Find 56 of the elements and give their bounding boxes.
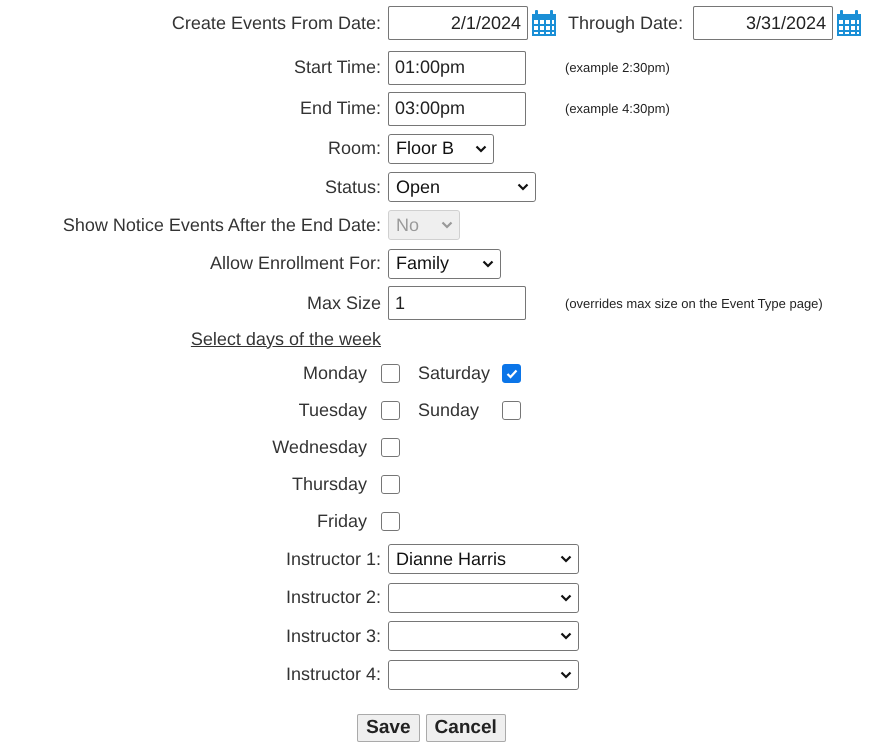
dropdown[interactable] (388, 621, 579, 652)
calendar-icon[interactable] (836, 10, 862, 36)
field-label: Start Time: (292, 57, 381, 78)
form-button[interactable]: Save (357, 714, 420, 742)
text-field[interactable]: 01:00pm (388, 50, 526, 84)
chevron-icon (517, 183, 529, 191)
checkbox[interactable] (381, 438, 400, 457)
field-label: Allow Enrollment For: (208, 253, 381, 274)
checkbox[interactable] (381, 512, 400, 531)
checkbox[interactable] (502, 364, 522, 383)
calendar-icon[interactable] (531, 10, 557, 36)
field-label: End Time: (298, 98, 381, 119)
dropdown[interactable]: Dianne Harris (388, 544, 579, 574)
field-label: Show Notice Events After the End Date: (62, 214, 381, 236)
field-label: Instructor 1: (284, 548, 381, 570)
field-label: Create Events From Date: (170, 12, 381, 34)
field-label: Instructor 3: (284, 626, 381, 647)
field-label: Room: (326, 138, 381, 159)
chevron-icon (560, 555, 572, 564)
checkbox[interactable] (502, 401, 522, 420)
hint-text: (overrides max size on the Event Type page) (565, 296, 824, 310)
day-label: Monday (302, 362, 367, 385)
chevron-icon (560, 670, 572, 679)
chevron-icon (482, 260, 494, 268)
day-label: Thursday (290, 473, 367, 496)
form-button[interactable]: Cancel (426, 714, 506, 742)
hint-text: (example 4:30pm) (565, 101, 671, 116)
chevron-icon (560, 594, 572, 602)
field-label: Instructor 4: (284, 664, 381, 686)
checkbox[interactable] (381, 364, 400, 383)
section-heading: Select days of the week (190, 328, 381, 350)
dropdown[interactable]: Floor B (388, 134, 494, 164)
checkbox[interactable] (381, 401, 400, 420)
dropdown[interactable]: Open (388, 172, 536, 202)
text-field[interactable]: 1 (388, 286, 526, 320)
date-field[interactable]: 2/1/2024 (388, 6, 528, 40)
day-label: Saturday (418, 363, 490, 384)
date-field[interactable]: 3/31/2024 (693, 6, 834, 40)
field-label: Status: (324, 176, 381, 198)
dropdown[interactable] (388, 582, 579, 613)
day-label: Wednesday (271, 436, 367, 459)
day-label: Friday (316, 510, 367, 533)
dropdown[interactable]: Family (388, 248, 501, 278)
day-label: Tuesday (298, 399, 367, 422)
field-label: Instructor 2: (284, 587, 381, 608)
hint-text: (example 2:30pm) (565, 60, 671, 75)
text-field[interactable]: 03:00pm (388, 92, 526, 126)
check-icon (506, 368, 518, 378)
field-label: Max Size (306, 292, 381, 314)
chevron-icon (475, 144, 487, 152)
chevron-icon (441, 221, 453, 229)
field-label: Through Date: (568, 12, 684, 34)
chevron-icon (560, 632, 572, 640)
dropdown[interactable] (388, 660, 579, 690)
day-label: Sunday (418, 400, 480, 421)
checkbox[interactable] (381, 475, 400, 494)
